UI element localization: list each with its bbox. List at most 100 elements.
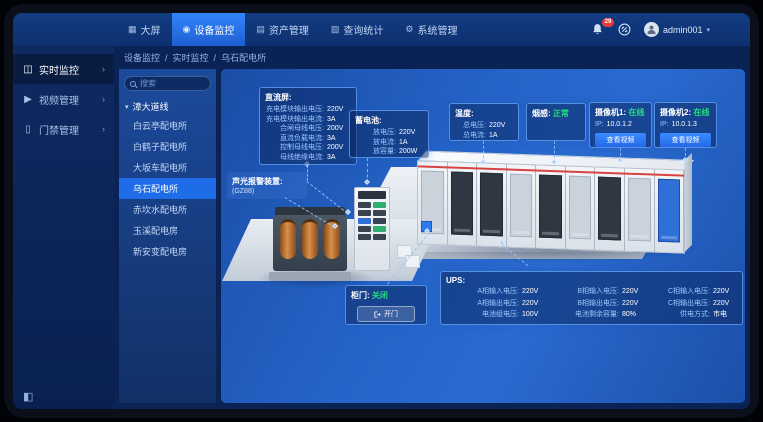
panel-title: 摄像机2: [660, 108, 691, 117]
tree-root-node[interactable]: ▾ 漳大道线 [125, 100, 211, 113]
temperature-panel: 温度: 总电压:220V 总电流:1A [449, 103, 519, 141]
field-value: 220V [489, 121, 513, 131]
nav-tab-assets[interactable]: ▤ 资产管理 [245, 13, 320, 46]
camera2-panel: 摄像机2: 在线 IP:10.0.1.3 查看视频 [654, 102, 717, 148]
chevron-right-icon: › [102, 124, 105, 134]
ip-value: 10.0.1.2 [607, 120, 632, 130]
tree-item-station-2[interactable]: 白鹤子配电所 [119, 136, 216, 157]
sidebar-collapse-icon[interactable]: ◧ [13, 384, 114, 409]
tree-item-station-4-selected[interactable]: 乌石配电所 [119, 178, 216, 199]
panel-title: 摄像机1: [595, 108, 626, 117]
nav-tab-device-monitor[interactable]: ◉ 设备监控 [172, 13, 246, 46]
field-value: 220V [399, 128, 423, 138]
tree-item-station-1[interactable]: 白云亭配电所 [119, 115, 216, 136]
fullscreen-icon[interactable] [618, 23, 631, 36]
sidebar-item-label: 视频管理 [39, 92, 79, 107]
nav-tab-label: 设备监控 [194, 22, 234, 37]
cabinet-unit [507, 164, 537, 247]
status-badge: 正常 [553, 109, 569, 118]
panel-title: 蓄电池: [355, 115, 423, 126]
panel-title: 烟感: [532, 109, 551, 118]
field-label: 控制母线电压: [265, 143, 324, 153]
gear-icon: ⚙ [405, 24, 413, 35]
topnav-right-cluster: 29 admin001 ▾ [591, 13, 710, 46]
nav-tab-dashboard[interactable]: ▦ 大屏 [117, 13, 172, 46]
alarm-device-name: 声光报警装置: [232, 176, 302, 187]
notification-badge: 29 [602, 18, 614, 27]
field-label: C相输入电压: [646, 287, 710, 297]
field-value: 220V [713, 287, 737, 297]
cabinet-door-panel: 柜门: 关闭 开门 [345, 285, 427, 325]
nav-tab-label: 资产管理 [269, 22, 309, 37]
panel-title: 直流屏: [265, 92, 351, 103]
tree-item-station-6[interactable]: 玉溪配电房 [119, 220, 216, 241]
sidebar-item-video-management[interactable]: ▶ 视频管理 › [13, 84, 114, 114]
view-video-button[interactable]: 查看视频 [660, 133, 711, 147]
field-value: 220V [327, 105, 351, 115]
cabinet-unit [536, 165, 566, 248]
field-label: A相输出电压: [446, 299, 519, 309]
nav-tab-system[interactable]: ⚙ 系统管理 [394, 13, 468, 46]
breadcrumb-item[interactable]: 实时监控 [173, 51, 209, 64]
breadcrumb-separator: / [214, 53, 217, 63]
field-value: 3A [327, 115, 351, 125]
cabinet-fronts [417, 160, 685, 253]
tree-root-label: 漳大道线 [133, 100, 169, 113]
search-input[interactable] [140, 79, 205, 88]
tree-item-station-3[interactable]: 大坂车配电所 [119, 157, 216, 178]
panel-title: 柜门: [351, 291, 370, 300]
field-label: A相输入电压: [446, 287, 519, 297]
cabinet-unit [566, 167, 596, 250]
field-value: 100V [522, 310, 546, 320]
room-monitor-view: 直流屏: 充电模块输出电压:220V 充电模块输出电流:3A 合闸母线电压:20… [221, 69, 745, 403]
cabinet-end-panel [684, 153, 692, 253]
open-door-button[interactable]: 开门 [357, 306, 415, 322]
sidebar-item-realtime-monitor[interactable]: ◫ 实时监控 › [13, 54, 114, 84]
breadcrumb-item[interactable]: 设备监控 [124, 51, 160, 64]
dc-screen-panel: 直流屏: 充电模块输出电压:220V 充电模块输出电流:3A 合闸母线电压:20… [259, 87, 357, 165]
audible-alarm-label: 声光报警装置: (GZ88) [227, 172, 307, 199]
field-label: 放容量: [355, 147, 396, 157]
battery-panel: 蓄电池: 放电压:220V 放电流:1A 放容量:200W [349, 110, 429, 158]
sidebar-item-label: 门禁管理 [39, 122, 79, 137]
user-menu[interactable]: admin001 ▾ [644, 22, 710, 37]
breadcrumb: 设备监控 / 实时监控 / 乌石配电所 [114, 46, 750, 69]
field-label: 直流负载电流: [265, 134, 324, 144]
breadcrumb-item[interactable]: 乌石配电所 [221, 51, 266, 64]
field-value: 220V [622, 299, 646, 309]
field-value: 3A [327, 134, 351, 144]
stats-icon: ▧ [331, 24, 340, 35]
sidebar-item-access-control[interactable]: ▯ 门禁管理 › [13, 114, 114, 144]
field-label: 放电流: [355, 138, 396, 148]
field-value: 200V [327, 143, 351, 153]
nav-tab-statistics[interactable]: ▧ 查询统计 [320, 13, 395, 46]
field-label: 母线绝缘电流: [265, 153, 324, 163]
notification-bell-icon[interactable]: 29 [591, 23, 605, 37]
smoke-sensor-panel: 烟感: 正常 [526, 103, 586, 141]
cabinet-unit [477, 163, 507, 246]
field-value: 3A [327, 153, 351, 163]
field-value: 220V [713, 299, 737, 309]
door-icon: ▯ [22, 124, 34, 135]
transformer-3d [273, 207, 347, 281]
connector-line [307, 165, 308, 181]
field-value: 220V [522, 299, 546, 309]
tree-search-box [124, 76, 211, 91]
tree-item-station-5[interactable]: 赤坎水配电所 [119, 199, 216, 220]
cabinet-unit [448, 162, 478, 245]
panel-title: 温度: [455, 108, 513, 119]
sidebar: ◫ 实时监控 › ▶ 视频管理 › ▯ 门禁管理 › ◧ [13, 46, 114, 409]
top-nav: ▦ 大屏 ◉ 设备监控 ▤ 资产管理 ▧ 查询统计 ⚙ 系统管理 29 [13, 13, 750, 46]
station-tree-panel: ▾ 漳大道线 白云亭配电所 白鹤子配电所 大坂车配电所 乌石配电所 赤坎水配电所… [119, 69, 216, 403]
view-video-button[interactable]: 查看视频 [595, 133, 646, 147]
cabinet-unit [655, 170, 685, 253]
chevron-down-icon: ▾ [706, 26, 710, 34]
field-label: 放电压: [355, 128, 396, 138]
tree-item-station-7[interactable]: 新安变配电房 [119, 241, 216, 262]
breadcrumb-separator: / [165, 53, 168, 63]
field-label: 合闸母线电压: [265, 124, 324, 134]
avatar [644, 22, 659, 37]
video-icon: ▶ [22, 94, 34, 105]
switchgear-row-3d [417, 160, 685, 253]
field-label: B相输出电压: [546, 299, 619, 309]
